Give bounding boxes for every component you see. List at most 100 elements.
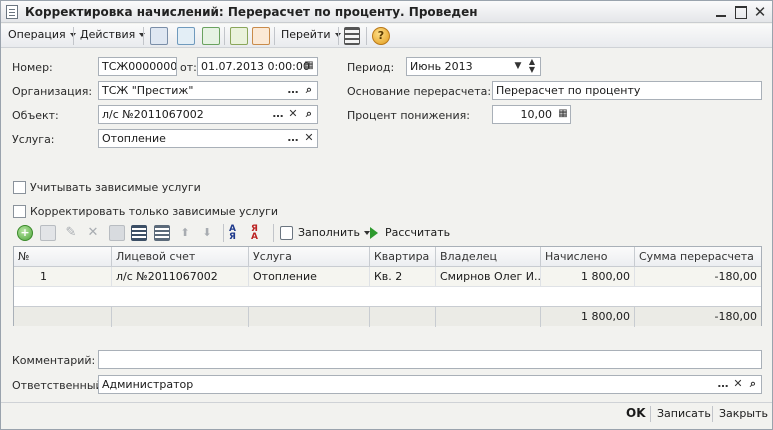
clear-icon[interactable]: ✕ bbox=[731, 376, 745, 393]
end-edit-icon[interactable] bbox=[109, 225, 125, 241]
select-ellipsis-icon[interactable]: … bbox=[271, 106, 285, 123]
period-label: Период: bbox=[347, 61, 395, 74]
dropdown-icon[interactable]: ▼ bbox=[511, 58, 525, 75]
totals-spacer bbox=[370, 307, 436, 327]
edit-row-icon[interactable]: ✎ bbox=[63, 225, 79, 241]
dependent-services-checkbox[interactable] bbox=[13, 181, 26, 194]
total-charged: 1 800,00 bbox=[541, 307, 635, 327]
select-ellipsis-icon[interactable]: … bbox=[716, 376, 730, 393]
percent-value: 10,00 bbox=[520, 108, 553, 121]
clear-icon[interactable]: ✕ bbox=[302, 130, 316, 147]
fill-menu[interactable]: Заполнить bbox=[298, 226, 370, 239]
search-icon[interactable]: ⌕ bbox=[302, 82, 316, 99]
sort-ascending-icon[interactable]: AЯ bbox=[229, 225, 245, 242]
window-title: Корректировка начислений: Перерасчет по … bbox=[25, 5, 478, 19]
column-header[interactable]: № bbox=[14, 247, 112, 267]
spin-icon[interactable]: ▲ ▼ bbox=[525, 58, 539, 75]
responsible-field[interactable]: Администратор bbox=[98, 375, 762, 394]
goto-menu-label: Перейти bbox=[281, 28, 331, 41]
calendar-icon[interactable]: ▦ bbox=[302, 58, 316, 75]
document-movements-icon[interactable] bbox=[252, 27, 270, 45]
hierarchy-icon[interactable] bbox=[154, 225, 170, 241]
operation-menu[interactable]: Операция bbox=[8, 28, 76, 41]
charges-table[interactable]: № Лицевой счет Услуга Квартира Владелец … bbox=[13, 246, 762, 327]
toolbar-divider bbox=[366, 27, 367, 45]
select-ellipsis-icon[interactable]: … bbox=[286, 130, 300, 147]
button-divider bbox=[650, 406, 651, 422]
organization-label: Организация: bbox=[12, 85, 93, 98]
play-icon[interactable] bbox=[370, 227, 378, 239]
cell-service: Отопление bbox=[249, 267, 370, 287]
toolbar-divider bbox=[143, 27, 144, 45]
search-icon[interactable]: ⌕ bbox=[302, 106, 316, 123]
ok-button[interactable]: OK bbox=[626, 406, 646, 420]
cell-charged: 1 800,00 bbox=[541, 267, 635, 287]
search-icon[interactable]: ⌕ bbox=[746, 376, 760, 393]
calculator-icon[interactable]: ▦ bbox=[556, 106, 570, 123]
column-header[interactable]: Услуга bbox=[249, 247, 370, 267]
toolbar-divider bbox=[274, 27, 275, 45]
total-recalc: -180,00 bbox=[714, 310, 757, 323]
toolbar-divider bbox=[224, 27, 225, 45]
organization-value: ТСЖ "Престиж" bbox=[102, 84, 194, 97]
toolbar-divider bbox=[273, 224, 274, 242]
move-up-icon[interactable]: ⬆ bbox=[177, 225, 193, 241]
add-row-icon[interactable]: + bbox=[17, 225, 33, 241]
post-document-icon[interactable] bbox=[150, 27, 168, 45]
fill-icon[interactable] bbox=[280, 226, 293, 240]
column-header[interactable]: Квартира bbox=[370, 247, 436, 267]
only-dependent-checkbox[interactable] bbox=[13, 205, 26, 218]
object-label: Объект: bbox=[12, 109, 59, 122]
actions-menu-label: Действия bbox=[80, 28, 136, 41]
cell-account: л/с №2011067002 bbox=[112, 267, 249, 287]
totals-spacer bbox=[249, 307, 370, 327]
minimize-icon[interactable] bbox=[714, 5, 728, 19]
date-field[interactable]: 01.07.2013 0:00:00 bbox=[197, 57, 318, 76]
title-bar: Корректировка начислений: Перерасчет по … bbox=[1, 1, 772, 23]
select-ellipsis-icon[interactable]: … bbox=[286, 82, 300, 99]
close-button[interactable]: Закрыть bbox=[719, 407, 768, 420]
totals-spacer bbox=[14, 307, 112, 327]
sort-descending-icon[interactable]: ЯA bbox=[251, 225, 267, 242]
goto-menu[interactable]: Перейти bbox=[281, 28, 341, 41]
number-field[interactable]: ТСЖ00000002 bbox=[98, 57, 177, 76]
button-divider bbox=[712, 406, 713, 422]
select-rows-icon[interactable] bbox=[131, 225, 147, 241]
reason-value: Перерасчет по проценту bbox=[496, 84, 641, 97]
save-button[interactable]: Записать bbox=[657, 407, 711, 420]
copy-document-icon[interactable] bbox=[202, 27, 220, 45]
structure-icon[interactable] bbox=[344, 27, 360, 45]
column-header[interactable]: Сумма перерасчета bbox=[635, 247, 761, 267]
help-icon[interactable]: ? bbox=[372, 27, 390, 45]
table-toolbar: + ✎ ✕ ⬆ ⬇ AЯ ЯA Заполнить Рассчитать bbox=[13, 223, 763, 243]
column-header[interactable]: Лицевой счет bbox=[112, 247, 249, 267]
maximize-icon[interactable] bbox=[734, 5, 748, 19]
comment-label: Комментарий: bbox=[12, 354, 96, 367]
comment-field[interactable] bbox=[98, 350, 762, 369]
service-field[interactable]: Отопление bbox=[98, 129, 318, 148]
table-row[interactable]: 1 л/с №2011067002 Отопление Кв. 2 Смирно… bbox=[14, 267, 761, 287]
toolbar-divider bbox=[223, 224, 224, 242]
column-header[interactable]: Начислено bbox=[541, 247, 635, 267]
percent-label: Процент понижения: bbox=[347, 109, 470, 122]
dependent-services-label: Учитывать зависимые услуги bbox=[30, 181, 201, 194]
service-label: Услуга: bbox=[12, 133, 55, 146]
move-down-icon[interactable]: ⬇ bbox=[199, 225, 215, 241]
object-field[interactable]: л/с №2011067002 bbox=[98, 105, 318, 124]
object-value: л/с №2011067002 bbox=[102, 108, 204, 121]
refresh-icon[interactable] bbox=[177, 27, 195, 45]
clear-icon[interactable]: ✕ bbox=[286, 106, 300, 123]
close-icon[interactable]: ✕ bbox=[753, 5, 767, 20]
organization-field[interactable]: ТСЖ "Престиж" bbox=[98, 81, 318, 100]
column-header[interactable]: Владелец bbox=[436, 247, 541, 267]
reason-field[interactable]: Перерасчет по проценту bbox=[492, 81, 762, 100]
actions-menu[interactable]: Действия bbox=[80, 28, 146, 41]
create-based-on-icon[interactable] bbox=[230, 27, 248, 45]
responsible-value: Администратор bbox=[102, 378, 194, 391]
delete-row-icon[interactable]: ✕ bbox=[85, 225, 101, 241]
calculate-button[interactable]: Рассчитать bbox=[385, 226, 450, 239]
row-number: 1 bbox=[14, 267, 112, 287]
date-value: 01.07.2013 0:00:00 bbox=[201, 60, 310, 73]
copy-row-icon[interactable] bbox=[40, 225, 56, 241]
footer-divider bbox=[1, 402, 772, 403]
